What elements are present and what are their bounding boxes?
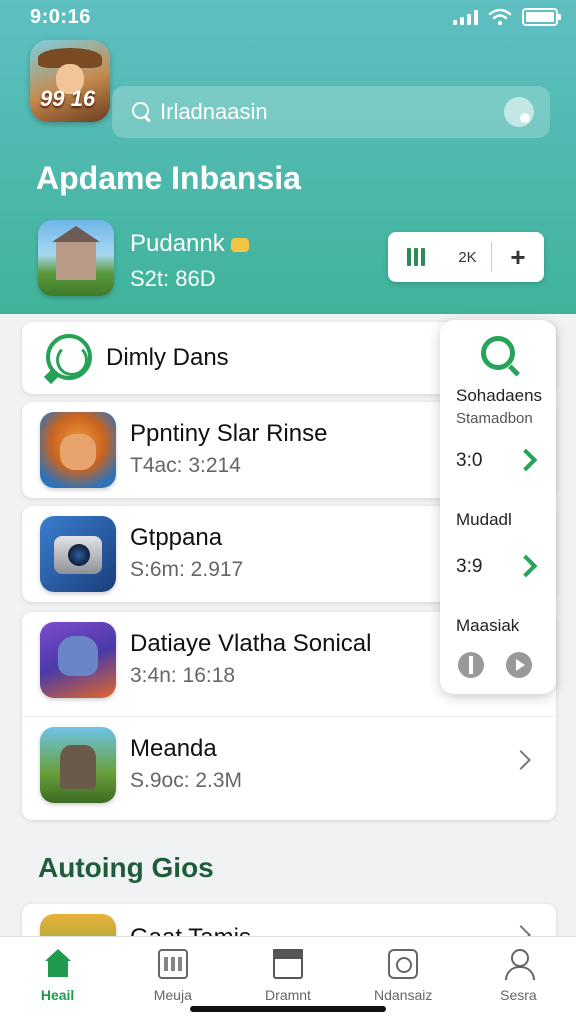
- section-heading: Autoing Gios: [38, 852, 214, 883]
- chevron-right-icon[interactable]: [514, 448, 538, 472]
- featured-app-name[interactable]: Pudannk: [130, 230, 249, 258]
- app-logo[interactable]: 99 16: [30, 40, 110, 122]
- status-time: 9:0:16: [30, 6, 91, 28]
- home-indicator[interactable]: [190, 1006, 386, 1012]
- search-icon: [132, 102, 152, 122]
- list-item-meta: T4ac: 3:214: [130, 454, 241, 477]
- side-panel-value: 3:0: [456, 450, 483, 471]
- side-panel-title: Sohadaens: [456, 386, 543, 405]
- nav-item-profile[interactable]: Sesra: [461, 937, 576, 1024]
- list-item-meta: S.9oc: 2.3M: [130, 769, 243, 792]
- camera-icon: [40, 516, 116, 592]
- wifi-icon: [488, 8, 512, 26]
- wolf-character-icon: [40, 622, 116, 698]
- calendar-icon: [157, 949, 188, 979]
- view-toggle-control: 2K +: [388, 232, 544, 282]
- voice-search-icon[interactable]: [504, 97, 534, 127]
- featured-app-thumbnail[interactable]: [38, 220, 114, 296]
- add-button[interactable]: +: [492, 232, 544, 282]
- side-panel-label: Mudadl: [456, 510, 512, 529]
- box-icon: [273, 949, 303, 979]
- nav-label: Meuja: [153, 987, 192, 1003]
- search-bar[interactable]: [112, 86, 550, 138]
- chevron-right-icon[interactable]: [514, 554, 538, 578]
- section-label: Dimly Dans: [106, 344, 229, 371]
- side-panel: Sohadaens Stamadbon 3:0 Mudadl 3:9 Maasi…: [440, 320, 556, 694]
- list-item-title: Datiaye Vlatha Sonical: [130, 630, 372, 657]
- status-icons: [453, 8, 561, 26]
- chat-icon: [388, 949, 419, 979]
- warrior-character-icon: [40, 727, 116, 803]
- app-logo-text: 99 16: [40, 86, 96, 111]
- list-item-meta: S:6m: 2.917: [130, 558, 244, 581]
- person-icon: [503, 949, 536, 980]
- side-panel-label: Maasiak: [456, 616, 520, 635]
- featured-app-meta: S2t: 86D: [130, 266, 216, 291]
- lion-character-icon: [40, 412, 116, 488]
- chevron-right-icon[interactable]: [511, 750, 531, 770]
- play-icon[interactable]: [506, 652, 532, 678]
- list-item-meta: 3:4n: 16:18: [130, 664, 236, 687]
- list-item[interactable]: Meanda S.9oc: 2.3M: [22, 716, 556, 820]
- bars-view-button[interactable]: [388, 232, 444, 282]
- nav-item-home[interactable]: Heail: [0, 937, 115, 1024]
- battery-icon: [522, 8, 561, 26]
- status-bar: 9:0:16: [0, 0, 576, 36]
- home-icon: [43, 949, 73, 979]
- search-icon[interactable]: [481, 336, 515, 370]
- castle-icon: [52, 226, 100, 280]
- list-item-title: Gtppana: [130, 524, 223, 551]
- side-panel-value: 3:9: [456, 556, 483, 577]
- list-item-title: Meanda: [130, 735, 217, 762]
- page-title: Apdame Inbansia: [36, 160, 301, 196]
- search-input[interactable]: [160, 99, 504, 125]
- signal-icon: [453, 9, 478, 25]
- chat-globe-icon: [46, 334, 92, 380]
- side-panel-subtitle: Stamadbon: [456, 410, 533, 427]
- nav-label: Ndansaiz: [374, 987, 433, 1003]
- resolution-button[interactable]: 2K: [444, 242, 492, 272]
- list-item-title: Ppntiny Slar Rinse: [130, 420, 328, 447]
- featured-app-name-label: Pudannk: [130, 230, 225, 257]
- settings-icon[interactable]: [458, 652, 484, 678]
- nav-label: Heail: [40, 987, 75, 1003]
- nav-label: Dramnt: [265, 987, 311, 1003]
- nav-label: Sesra: [500, 987, 537, 1003]
- badge-icon: [230, 237, 249, 252]
